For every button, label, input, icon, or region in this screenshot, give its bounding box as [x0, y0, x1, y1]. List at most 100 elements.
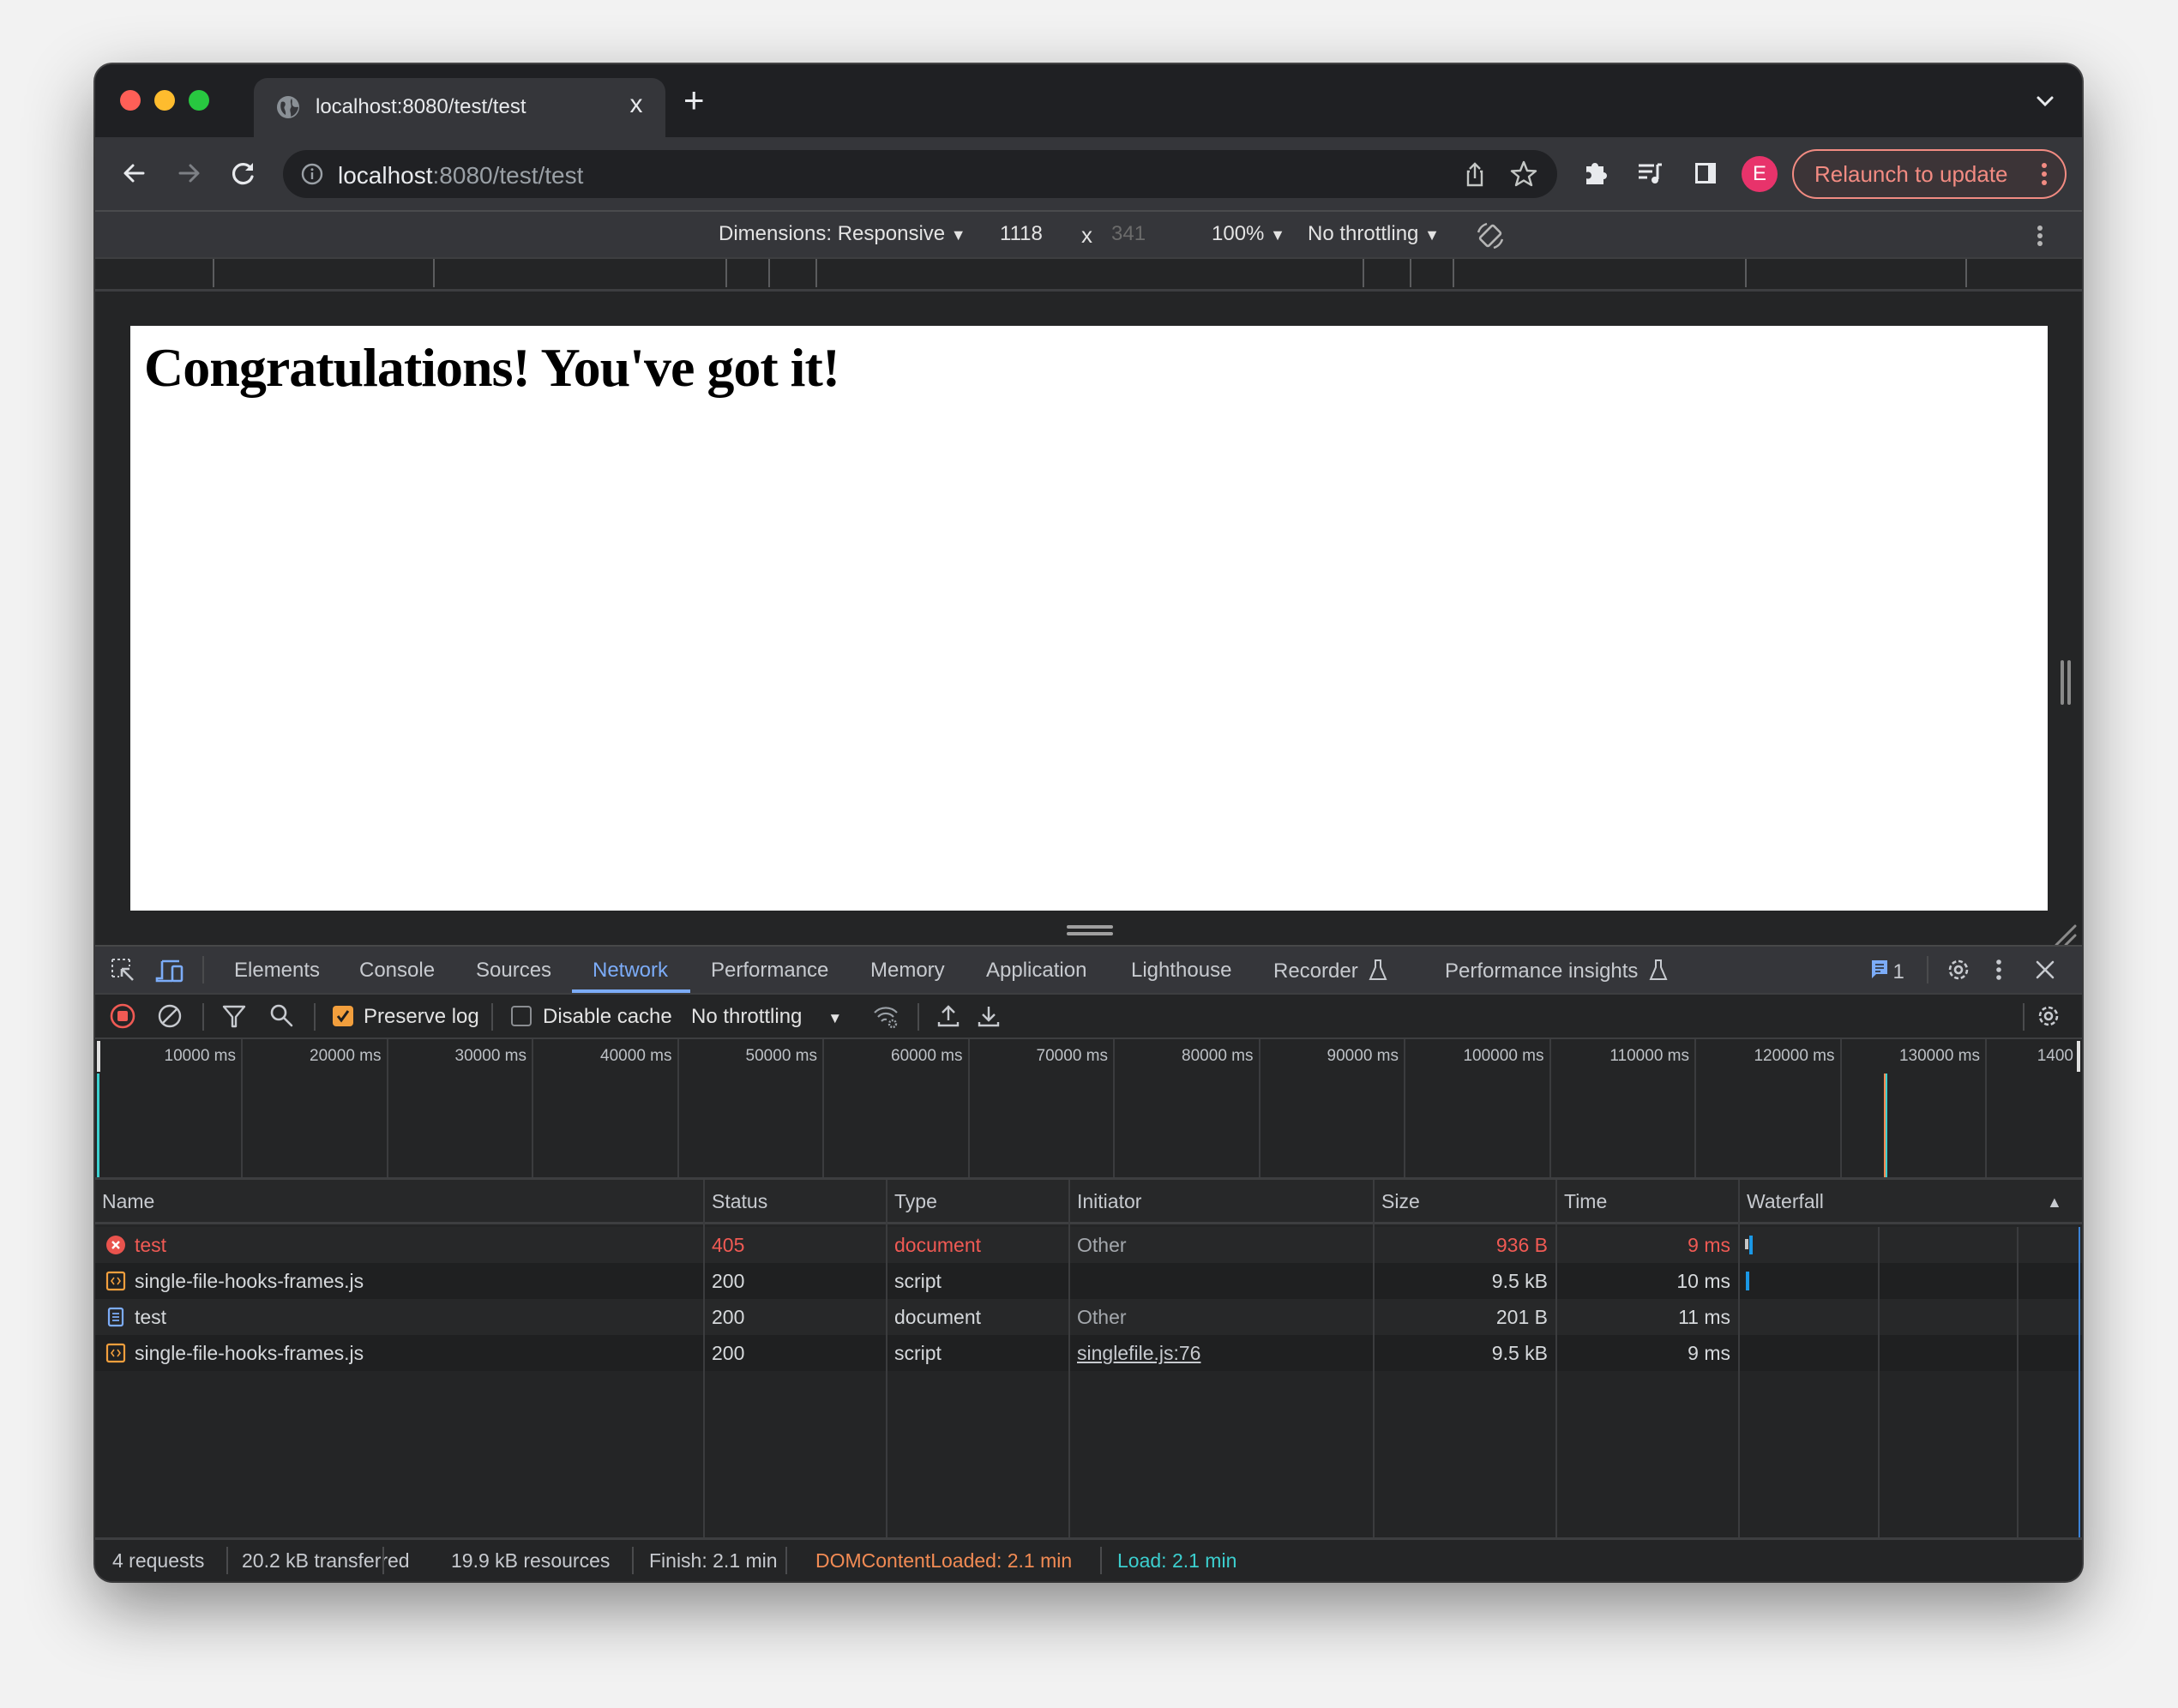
- overview-right-handle[interactable]: [2077, 1041, 2080, 1072]
- column-header-name[interactable]: Name: [102, 1190, 154, 1213]
- import-har-icon[interactable]: [934, 1001, 963, 1031]
- sort-ascending-icon[interactable]: ▲: [2047, 1194, 2062, 1212]
- network-conditions-icon[interactable]: [871, 1001, 900, 1031]
- back-button[interactable]: [117, 156, 152, 190]
- device-toolbar-toggle-icon[interactable]: [155, 956, 184, 985]
- media-query-marker[interactable]: [1410, 259, 1411, 287]
- table-row[interactable]: single-file-hooks-frames.js 200 script 9.5 …: [95, 1263, 2082, 1299]
- tab-performance[interactable]: Performance: [711, 959, 828, 983]
- tab-search-chevron-icon[interactable]: [2032, 88, 2058, 114]
- rotate-icon[interactable]: [1473, 219, 1507, 253]
- disable-cache-label[interactable]: Disable cache: [543, 1005, 672, 1029]
- media-query-marker[interactable]: [433, 259, 435, 287]
- extensions-puzzle-icon[interactable]: [1579, 156, 1613, 190]
- table-row[interactable]: test 200 document Other 201 B 11 ms: [95, 1299, 2082, 1335]
- column-header-time[interactable]: Time: [1564, 1190, 1607, 1213]
- address-url[interactable]: localhost:8080/test/test: [338, 162, 583, 189]
- search-icon[interactable]: [267, 1001, 296, 1031]
- media-query-marker[interactable]: [815, 259, 817, 287]
- window-minimize-button[interactable]: [154, 90, 175, 111]
- media-query-marker[interactable]: [768, 259, 770, 287]
- close-devtools-icon[interactable]: [2031, 955, 2060, 984]
- browser-tab[interactable]: localhost:8080/test/test x: [254, 78, 665, 137]
- cell-size: 9.5 kB: [1491, 1270, 1548, 1292]
- network-throttling-dropdown[interactable]: No throttling ▼: [691, 1005, 842, 1029]
- media-query-marker[interactable]: [1745, 259, 1747, 287]
- dimensions-dropdown[interactable]: Dimensions: Responsive ▼: [719, 222, 966, 246]
- tab-console[interactable]: Console: [359, 959, 435, 983]
- devtools-menu-icon[interactable]: [1993, 955, 2005, 984]
- column-divider[interactable]: [886, 1180, 887, 1540]
- tab-recorder[interactable]: Recorder: [1273, 959, 1387, 983]
- preserve-log-label[interactable]: Preserve log: [364, 1005, 479, 1029]
- tab-memory[interactable]: Memory: [870, 959, 945, 983]
- viewport-width-resize-handle[interactable]: [2060, 660, 2072, 705]
- network-overview-timeline[interactable]: 10000 ms 20000 ms 30000 ms 40000 ms 50000 ms…: [95, 1037, 2082, 1179]
- column-header-waterfall[interactable]: Waterfall: [1747, 1190, 1824, 1213]
- media-query-marker[interactable]: [1965, 259, 1967, 287]
- address-bar[interactable]: localhost:8080/test/test: [283, 150, 1557, 198]
- inspect-element-icon[interactable]: [109, 956, 138, 985]
- column-divider[interactable]: [703, 1180, 705, 1540]
- profile-avatar[interactable]: E: [1742, 156, 1778, 192]
- network-settings-gear-icon[interactable]: [2034, 1001, 2063, 1031]
- stop-recording-button[interactable]: [108, 1001, 137, 1031]
- column-divider[interactable]: [1738, 1180, 1740, 1540]
- chrome-menu-icon[interactable]: [2036, 151, 2053, 197]
- clear-button[interactable]: [155, 1001, 184, 1031]
- media-query-marker[interactable]: [213, 259, 214, 287]
- media-query-marker[interactable]: [1453, 259, 1454, 287]
- site-info-icon[interactable]: [300, 162, 324, 186]
- window-close-button[interactable]: [120, 90, 141, 111]
- cell-name[interactable]: test: [135, 1234, 166, 1257]
- height-input[interactable]: 341: [1111, 222, 1146, 246]
- tab-elements[interactable]: Elements: [234, 959, 320, 983]
- media-controls-icon[interactable]: [1634, 156, 1668, 190]
- table-row[interactable]: single-file-hooks-frames.js 200 script sing…: [95, 1335, 2082, 1371]
- tab-title: localhost:8080/test/test: [316, 95, 526, 118]
- cell-name[interactable]: single-file-hooks-frames.js: [135, 1270, 364, 1293]
- window-maximize-button[interactable]: [189, 90, 209, 111]
- new-tab-button[interactable]: +: [683, 82, 705, 118]
- cell-name[interactable]: test: [135, 1306, 166, 1329]
- zoom-dropdown[interactable]: 100% ▼: [1212, 222, 1285, 246]
- media-query-marker[interactable]: [725, 259, 727, 287]
- reload-button[interactable]: [226, 156, 261, 190]
- cell-name[interactable]: single-file-hooks-frames.js: [135, 1342, 364, 1365]
- export-har-icon[interactable]: [974, 1001, 1003, 1031]
- column-header-initiator[interactable]: Initiator: [1077, 1190, 1141, 1213]
- column-divider[interactable]: [1555, 1180, 1557, 1540]
- tab-lighthouse[interactable]: Lighthouse: [1131, 959, 1231, 983]
- bookmark-star-icon[interactable]: [1509, 159, 1538, 189]
- table-row[interactable]: test 405 document Other 936 B 9 ms: [95, 1227, 2082, 1263]
- tab-application[interactable]: Application: [986, 959, 1086, 983]
- tab-network[interactable]: Network: [593, 959, 668, 983]
- media-query-ruler[interactable]: [95, 257, 2082, 292]
- filter-icon[interactable]: [220, 1001, 249, 1031]
- width-input[interactable]: 1118: [1000, 222, 1043, 246]
- divider: [382, 1547, 384, 1574]
- overview-left-handle[interactable]: [97, 1041, 100, 1072]
- tab-sources[interactable]: Sources: [476, 959, 551, 983]
- device-throttling-dropdown[interactable]: No throttling ▼: [1308, 222, 1440, 246]
- column-divider[interactable]: [1373, 1180, 1375, 1540]
- column-header-status[interactable]: Status: [712, 1190, 767, 1213]
- column-header-type[interactable]: Type: [894, 1190, 937, 1213]
- share-icon[interactable]: [1461, 160, 1489, 188]
- column-divider[interactable]: [1068, 1180, 1070, 1540]
- preserve-log-checkbox[interactable]: [333, 1006, 353, 1026]
- relaunch-to-update-button[interactable]: Relaunch to update: [1792, 149, 2067, 199]
- tab-close-button[interactable]: x: [623, 90, 650, 119]
- forward-button[interactable]: [171, 156, 206, 190]
- more-options-icon[interactable]: [2031, 219, 2049, 253]
- side-panel-icon[interactable]: [1688, 156, 1723, 190]
- disable-cache-checkbox[interactable]: [511, 1006, 532, 1026]
- cell-initiator[interactable]: singlefile.js:76: [1077, 1342, 1200, 1365]
- column-header-size[interactable]: Size: [1381, 1190, 1420, 1213]
- issues-badge[interactable]: 1: [1870, 959, 1904, 984]
- settings-gear-icon[interactable]: [1944, 955, 1973, 984]
- media-query-marker[interactable]: [1363, 259, 1364, 287]
- viewport-corner-resize-handle[interactable]: [2055, 924, 2077, 947]
- tab-performance-insights[interactable]: Performance insights: [1445, 959, 1668, 983]
- viewport-height-resize-handle[interactable]: [1067, 924, 1113, 938]
